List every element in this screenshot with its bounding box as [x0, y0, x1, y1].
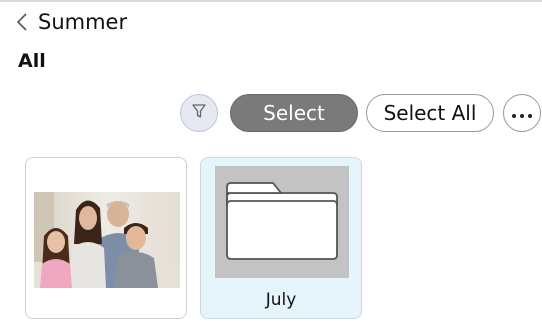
photo-tile[interactable] [25, 157, 187, 319]
more-horizontal-icon [511, 104, 533, 123]
album-title: Summer [38, 10, 128, 34]
filter-button[interactable] [180, 94, 218, 132]
top-divider [0, 0, 542, 2]
filter-funnel-icon [190, 102, 208, 124]
folder-icon [221, 179, 343, 265]
folder-name: July [265, 290, 297, 310]
folder-tile[interactable]: July [200, 157, 362, 319]
filter-label: All [18, 50, 46, 72]
more-options-button[interactable] [503, 94, 541, 132]
back-button[interactable]: Summer [16, 6, 127, 38]
folder-thumbnail [215, 166, 349, 278]
select-all-button[interactable]: Select All [366, 94, 494, 132]
chevron-left-icon [16, 11, 32, 33]
select-button[interactable]: Select [230, 94, 358, 132]
family-photo-thumbnail [34, 192, 180, 288]
